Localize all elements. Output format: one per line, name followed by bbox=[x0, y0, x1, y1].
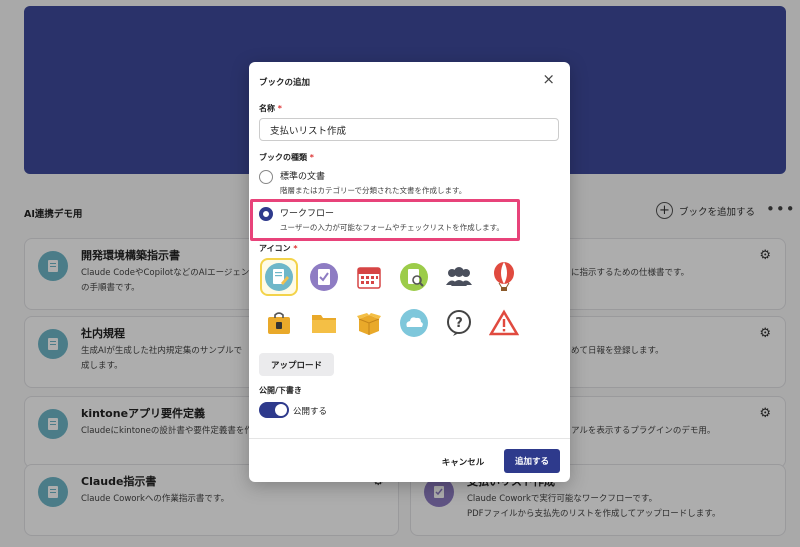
question-bubble-icon[interactable]: ? bbox=[440, 304, 478, 342]
option-title: ワークフロー bbox=[280, 209, 335, 219]
footer-divider bbox=[249, 438, 570, 439]
name-field-label: 名称 * bbox=[259, 104, 282, 113]
option-description: 階層またはカテゴリーで分類された文書を作成します。 bbox=[280, 186, 467, 195]
box-icon[interactable] bbox=[350, 304, 388, 342]
cancel-button[interactable]: キャンセル bbox=[433, 451, 493, 473]
document-search-icon[interactable] bbox=[395, 258, 433, 296]
lock-folder-icon[interactable] bbox=[260, 304, 298, 342]
checklist-icon[interactable] bbox=[305, 258, 343, 296]
folder-icon[interactable] bbox=[305, 304, 343, 342]
cloud-icon[interactable] bbox=[395, 304, 433, 342]
radio-standard[interactable] bbox=[259, 170, 273, 184]
name-input[interactable] bbox=[259, 118, 559, 141]
publish-toggle[interactable] bbox=[259, 402, 289, 418]
add-button[interactable]: 追加する bbox=[504, 449, 560, 473]
warning-icon[interactable] bbox=[485, 304, 523, 342]
add-book-dialog: ブックの追加 × 名称 * ブックの種類 * 標準の文書 階層またはカテゴリーで… bbox=[249, 62, 570, 482]
toggle-knob bbox=[275, 404, 287, 416]
svg-text:?: ? bbox=[455, 316, 463, 331]
icon-field-label: アイコン * bbox=[259, 244, 298, 253]
option-description: ユーザーの入力が可能なフォームやチェックリストを作成します。 bbox=[280, 223, 504, 232]
calendar-icon[interactable] bbox=[350, 258, 388, 296]
close-icon[interactable]: × bbox=[542, 72, 555, 87]
dialog-title: ブックの追加 bbox=[259, 78, 311, 88]
upload-button[interactable]: アップロード bbox=[259, 353, 334, 376]
type-field-label: ブックの種類 * bbox=[259, 153, 314, 162]
option-title: 標準の文書 bbox=[280, 172, 326, 182]
document-pen-icon[interactable] bbox=[260, 258, 298, 296]
radio-workflow[interactable] bbox=[259, 207, 273, 221]
people-icon[interactable] bbox=[440, 258, 478, 296]
publish-field-label: 公開/下書き bbox=[259, 386, 302, 395]
publish-toggle-label: 公開する bbox=[293, 407, 328, 417]
balloon-icon[interactable] bbox=[485, 258, 523, 296]
